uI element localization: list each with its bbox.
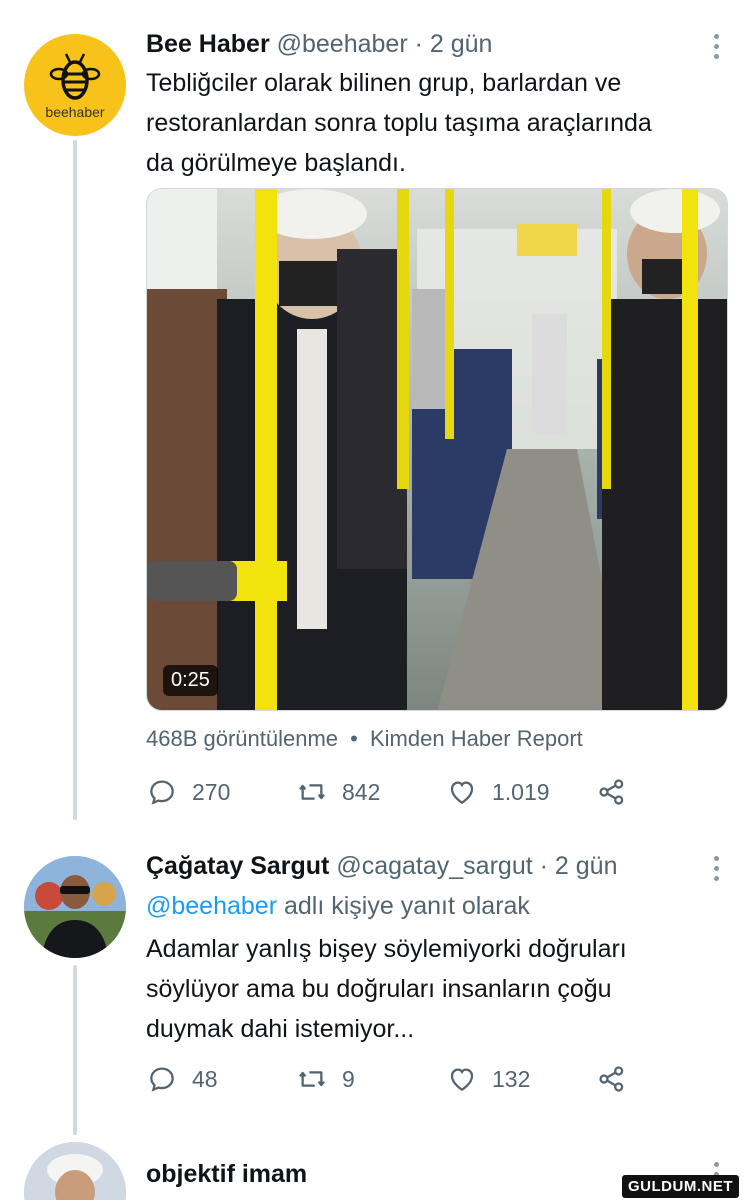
view-count: 468B görüntülenme xyxy=(146,726,339,751)
display-name[interactable]: Çağatay Sargut xyxy=(146,852,329,880)
tweet-text: Tebliğciler olarak bilinen grup, barlard… xyxy=(146,63,726,183)
tweet-time[interactable]: 2 gün xyxy=(555,852,618,880)
share-icon xyxy=(599,779,624,805)
display-name[interactable]: Bee Haber xyxy=(146,30,270,58)
share-icon xyxy=(599,1066,624,1092)
user-handle[interactable]: @beehaber xyxy=(277,30,408,58)
retweet-icon xyxy=(299,1071,325,1087)
tweet-time[interactable]: 2 gün xyxy=(430,30,493,58)
retweet-count: 842 xyxy=(342,778,381,805)
avatar-objektif-imam[interactable] xyxy=(24,1142,126,1200)
avatar-logo-text: beehaber xyxy=(45,104,105,120)
reply-count: 48 xyxy=(192,1065,218,1092)
reply-button[interactable]: 48 xyxy=(146,1063,296,1095)
like-button[interactable]: 1.019 xyxy=(446,776,596,808)
heart-icon xyxy=(450,1068,474,1091)
reply-icon xyxy=(150,780,174,805)
tweet-text-line: restoranlardan sonra toplu taşıma araçla… xyxy=(146,109,652,137)
avatar-cagatay[interactable] xyxy=(24,856,126,958)
tweet-text-line: Tebliğciler olarak bilinen grup, barlard… xyxy=(146,69,622,97)
video-player[interactable]: 0:25 xyxy=(146,188,728,711)
tweet-header: Bee Haber @beehaber · 2 gün xyxy=(146,30,492,59)
tweet-text-line: duymak dahi istemiyor... xyxy=(146,1015,415,1043)
meta-separator: • xyxy=(350,726,358,751)
retweet-count: 9 xyxy=(342,1065,355,1092)
tweet-text-line: söylüyor ama bu doğruları insanların çoğ… xyxy=(146,975,612,1003)
tweet-text: Adamlar yanlış bişey söylemiyorki doğrul… xyxy=(146,929,726,1049)
tweet-text-line: Adamlar yanlış bişey söylemiyorki doğrul… xyxy=(146,935,627,963)
replying-to: @beehaber adlı kişiye yanıt olarak xyxy=(146,892,530,921)
retweet-button[interactable]: 9 xyxy=(296,1063,446,1095)
reply-to-label: adlı kişiye yanıt olarak xyxy=(283,892,530,920)
share-button[interactable] xyxy=(596,776,628,808)
profile-photo xyxy=(24,856,126,958)
thread-line-1 xyxy=(73,140,77,820)
separator-dot: · xyxy=(414,30,423,58)
tweet-header: Çağatay Sargut @cagatay_sargut · 2 gün xyxy=(146,852,617,881)
bee-logo-icon xyxy=(49,53,101,100)
like-count: 1.019 xyxy=(492,778,550,805)
video-duration: 0:25 xyxy=(163,665,218,696)
retweet-icon xyxy=(299,784,325,800)
avatar-beehaber[interactable]: beehaber xyxy=(24,34,126,136)
profile-photo xyxy=(24,1142,126,1200)
like-count: 132 xyxy=(492,1065,531,1092)
tweet-actions: 270 842 1.019 xyxy=(146,776,628,808)
tweet-text-line: da görülmeye başlandı. xyxy=(146,149,406,177)
more-options-icon[interactable] xyxy=(711,34,721,59)
tweet-header: objektif imam xyxy=(146,1160,307,1189)
source-link[interactable]: Kimden Haber Report xyxy=(370,726,583,751)
tweet-meta: 468B görüntülenme • Kimden Haber Report xyxy=(146,726,583,752)
reply-button[interactable]: 270 xyxy=(146,776,296,808)
retweet-button[interactable]: 842 xyxy=(296,776,446,808)
thread-line-2 xyxy=(73,965,77,1135)
watermark: GULDUM.NET xyxy=(622,1175,739,1198)
share-button[interactable] xyxy=(596,1063,628,1095)
display-name[interactable]: objektif imam xyxy=(146,1160,307,1188)
reply-mention-link[interactable]: @beehaber xyxy=(146,892,277,920)
heart-icon xyxy=(450,781,474,804)
user-handle[interactable]: @cagatay_sargut xyxy=(336,852,532,880)
like-button[interactable]: 132 xyxy=(446,1063,596,1095)
separator-dot: · xyxy=(539,852,548,880)
reply-count: 270 xyxy=(192,778,231,805)
tweet-actions: 48 9 132 xyxy=(146,1063,628,1095)
reply-icon xyxy=(150,1067,174,1092)
video-thumbnail xyxy=(147,189,727,710)
more-options-icon[interactable] xyxy=(711,856,721,881)
